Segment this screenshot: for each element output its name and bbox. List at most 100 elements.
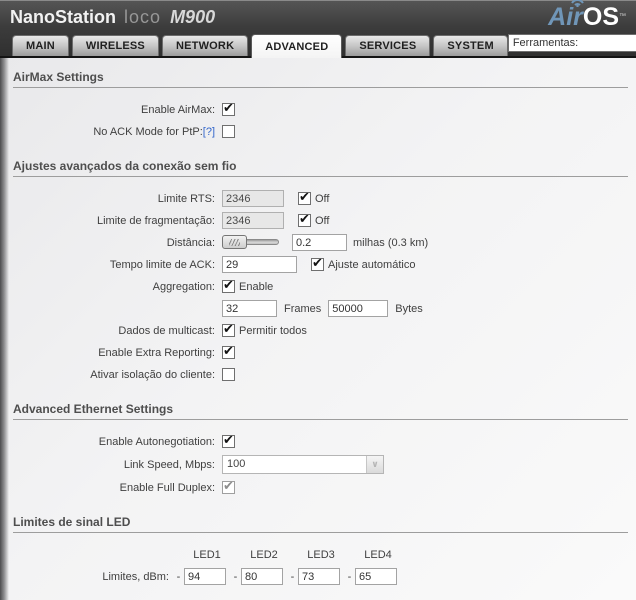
full-duplex-label: Enable Full Duplex: — [119, 481, 215, 494]
tab-main[interactable]: MAIN — [12, 35, 69, 56]
tab-bar: MAIN WIRELESS NETWORK ADVANCED SERVICES … — [0, 32, 636, 58]
multicast-row: Dados de multicast: Permitir todos — [0, 321, 636, 339]
device-brand: NanoStation loco M900 — [10, 7, 215, 28]
led3-header: LED3 — [307, 548, 335, 561]
distance-unit: milhas (0.3 km) — [353, 236, 429, 249]
led1-input[interactable] — [184, 568, 226, 585]
minus-sign: - — [347, 570, 352, 583]
header: NanoStation loco M900 Air OS™ MAIN WIRELE… — [0, 0, 636, 58]
aggregation-params-row: Frames Bytes — [0, 300, 636, 317]
led-limits-label: Limites, dBm: — [102, 570, 169, 583]
frag-off-checkbox[interactable] — [298, 211, 311, 227]
chevron-down-icon: ∨ — [366, 456, 383, 473]
led-headers: LED1 LED2 LED3 LED4 — [173, 549, 401, 561]
ack-timeout-row: Tempo limite de ACK: Ajuste automático — [0, 255, 636, 273]
led4-header: LED4 — [364, 548, 392, 561]
multicast-label: Dados de multicast: — [118, 324, 215, 337]
rts-row: Limite RTS: Off — [0, 189, 636, 207]
frag-label: Limite de fragmentação: — [96, 214, 215, 227]
full-duplex-checkbox — [222, 478, 235, 494]
auto-adjust-label: Ajuste automático — [328, 258, 416, 271]
airos-logo-air: Air — [548, 0, 584, 31]
led3-input[interactable] — [298, 568, 340, 585]
led2-header: LED2 — [250, 548, 278, 561]
airmax-section-title: AirMax Settings — [13, 70, 628, 88]
brand-sub: loco — [124, 7, 162, 27]
ack-timeout-label: Tempo limite de ACK: — [109, 258, 215, 271]
aggregation-frames-input[interactable] — [222, 300, 277, 317]
minus-sign: - — [233, 570, 238, 583]
ack-timeout-input[interactable] — [222, 256, 297, 273]
frag-row: Limite de fragmentação: Off — [0, 211, 636, 229]
client-isolation-row: Ativar isolação do cliente: — [0, 366, 636, 383]
frames-label: Frames — [284, 302, 322, 315]
slider-handle[interactable] — [222, 235, 247, 249]
airos-logo-os: OS — [582, 3, 619, 31]
main-content: AirMax Settings Enable AirMax: No ACK Mo… — [0, 58, 636, 600]
tab-advanced[interactable]: ADVANCED — [251, 34, 343, 58]
client-isolation-checkbox[interactable] — [222, 368, 235, 381]
aggregation-bytes-input[interactable] — [328, 300, 389, 317]
led4-input[interactable] — [355, 568, 397, 585]
rts-limit-input[interactable] — [222, 190, 284, 207]
frag-limit-input[interactable] — [222, 212, 284, 229]
no-ack-label: No ACK Mode for PtP:[?] — [93, 125, 215, 138]
aggregation-row: Aggregation: Enable — [0, 277, 636, 295]
header-tools: Ferramentas: ∨ Logout — [507, 33, 636, 52]
tab-services[interactable]: SERVICES — [345, 35, 431, 56]
auto-adjust-checkbox[interactable] — [311, 255, 324, 271]
extra-reporting-checkbox[interactable] — [222, 343, 235, 359]
rts-label: Limite RTS: — [157, 192, 215, 205]
rts-off-label: Off — [315, 192, 330, 205]
led2-input[interactable] — [241, 568, 283, 585]
airos-logo-tm: ™ — [619, 13, 626, 20]
enable-airmax-label: Enable AirMax: — [141, 103, 215, 116]
multicast-allow-checkbox[interactable] — [222, 321, 235, 337]
distance-slider[interactable] — [222, 235, 279, 250]
aggregation-enable-label: Enable — [239, 280, 274, 293]
tab-system[interactable]: SYSTEM — [433, 35, 508, 56]
led1-header: LED1 — [193, 548, 221, 561]
brand-name: NanoStation — [10, 7, 116, 27]
autonegotiation-checkbox[interactable] — [222, 432, 235, 448]
link-speed-row: Link Speed, Mbps: 100 ∨ — [0, 455, 636, 474]
tools-select[interactable]: Ferramentas: ∨ — [507, 33, 636, 52]
led-limits-inputs: - - - - — [173, 568, 401, 585]
distance-input[interactable] — [292, 234, 347, 251]
distance-label: Distância: — [166, 236, 215, 249]
tab-wireless[interactable]: WIRELESS — [71, 35, 159, 56]
airos-logo: Air OS™ — [548, 0, 626, 31]
led-limits-row: Limites, dBm: - - - - — [0, 568, 636, 585]
wireless-adv-section: Limite RTS: Off Limite de fragmentação: … — [0, 177, 636, 390]
aggregation-label: Aggregation: — [152, 280, 215, 293]
autonegotiation-row: Enable Autonegotiation: — [0, 432, 636, 450]
wireless-adv-section-title: Ajustes avançados da conexão sem fio — [13, 159, 628, 177]
tab-network[interactable]: NETWORK — [161, 35, 249, 56]
airmax-section: Enable AirMax: No ACK Mode for PtP:[?] — [0, 88, 636, 147]
minus-sign: - — [176, 570, 181, 583]
no-ack-row: No ACK Mode for PtP:[?] — [0, 123, 636, 140]
multicast-allow-label: Permitir todos — [239, 324, 307, 337]
rts-off-checkbox[interactable] — [298, 189, 311, 205]
ethernet-section-title: Advanced Ethernet Settings — [13, 402, 628, 420]
brand-model: M900 — [170, 7, 216, 27]
link-speed-label: Link Speed, Mbps: — [123, 458, 215, 471]
enable-airmax-checkbox[interactable] — [222, 100, 235, 116]
wifi-icon — [571, 0, 584, 7]
extra-reporting-label: Enable Extra Reporting: — [98, 346, 215, 359]
minus-sign: - — [290, 570, 295, 583]
slider-grip-icon — [229, 238, 240, 246]
link-speed-select[interactable]: 100 ∨ — [222, 455, 384, 474]
tabs: MAIN WIRELESS NETWORK ADVANCED SERVICES … — [12, 34, 508, 58]
full-duplex-row: Enable Full Duplex: — [0, 478, 636, 496]
no-ack-checkbox[interactable] — [222, 125, 235, 138]
client-isolation-label: Ativar isolação do cliente: — [90, 368, 215, 381]
link-speed-value: 100 — [227, 458, 246, 470]
frag-off-label: Off — [315, 214, 330, 227]
aggregation-enable-checkbox[interactable] — [222, 277, 235, 293]
help-link[interactable]: [?] — [203, 126, 215, 138]
distance-row: Distância: milhas (0.3 km) — [0, 234, 636, 251]
autonegotiation-label: Enable Autonegotiation: — [98, 435, 215, 448]
ethernet-section: Enable Autonegotiation: Link Speed, Mbps… — [0, 420, 636, 503]
led-section: LED1 LED2 LED3 LED4 Limites, dBm: - - - … — [0, 533, 636, 592]
